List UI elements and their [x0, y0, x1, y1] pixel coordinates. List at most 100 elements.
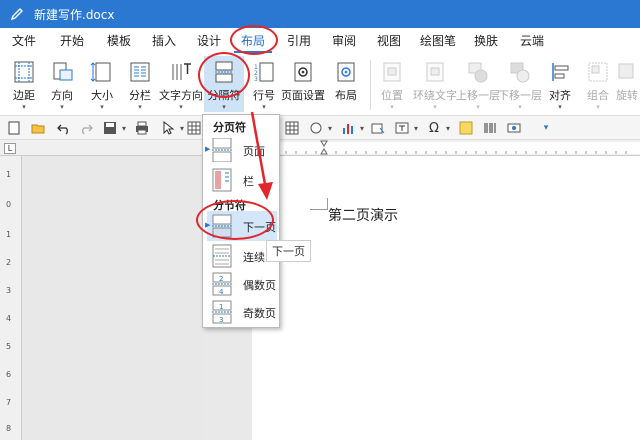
chevron-down-icon: ▾ — [22, 103, 26, 111]
ruler-number: 0 — [6, 200, 12, 209]
send-backward-button[interactable]: 下移一层 ▾ — [498, 56, 542, 112]
ruler-number: 1 — [6, 230, 12, 239]
even-page-item[interactable]: 24 偶数页 — [207, 269, 277, 299]
page-setup-button[interactable]: 页面设置 — [280, 56, 326, 112]
tab-drawing-pen[interactable]: 绘图笔 — [420, 32, 456, 49]
chevron-down-icon: ▾ — [262, 103, 266, 111]
wrap-text-button[interactable]: 环绕文字 ▾ — [412, 56, 458, 112]
group-icon — [585, 59, 611, 85]
rotate-icon — [614, 59, 640, 85]
bring-forward-icon — [465, 59, 491, 85]
annotation-circle-next-page — [196, 200, 274, 240]
horizontal-ruler[interactable] — [0, 140, 640, 156]
menu-bar: 文件 开始 模板 插入 设计 布局 引用 审阅 视图 绘图笔 换肤 云端 — [0, 28, 640, 54]
ruler-number: 6 — [6, 370, 12, 379]
ruler-number: 1 — [6, 170, 12, 179]
ribbon: 边距 ▾ 方向 ▾ 大小 ▾ 分栏 ▾ 文字方向 ▾ 分隔符 ▾ 123 行号 ▾ 页面设置 … — [0, 54, 640, 116]
tab-design[interactable]: 设计 — [197, 32, 221, 49]
annotation-circle-breaks-button — [198, 52, 250, 98]
svg-text:1: 1 — [219, 303, 223, 311]
page-gutter — [22, 156, 202, 440]
table-icon[interactable] — [186, 120, 202, 136]
rotate-button[interactable]: 旋转 — [614, 56, 640, 112]
barcode-icon[interactable] — [482, 120, 498, 136]
margins-icon — [11, 59, 37, 85]
columns-button[interactable]: 分栏 ▾ — [120, 56, 160, 112]
chevron-down-icon: ▾ — [596, 103, 600, 111]
continuous-icon — [212, 244, 232, 268]
page-break-label: 页面 — [243, 145, 265, 158]
layout-button[interactable]: 布局 — [326, 56, 366, 112]
tab-review[interactable]: 审阅 — [332, 32, 356, 49]
align-label: 对齐 — [549, 89, 571, 102]
odd-page-icon: 13 — [212, 300, 232, 324]
columns-label: 分栏 — [129, 89, 151, 102]
wrap-text-label: 环绕文字 — [413, 89, 457, 102]
ruler-number: 4 — [6, 314, 12, 323]
align-icon — [547, 59, 573, 85]
customize-toolbar-icon[interactable]: ▾ — [538, 120, 554, 136]
chevron-down-icon[interactable]: ▾ — [440, 120, 456, 136]
play-marker-icon: ▶ — [205, 145, 211, 153]
size-icon — [89, 59, 115, 85]
svg-text:3: 3 — [219, 316, 223, 324]
chevron-down-icon: ▾ — [60, 103, 64, 111]
margins-button[interactable]: 边距 ▾ — [4, 56, 44, 112]
tab-view[interactable]: 视图 — [377, 32, 401, 49]
tab-references[interactable]: 引用 — [287, 32, 311, 49]
wrap-text-icon — [422, 59, 448, 85]
tab-stop-selector[interactable]: L — [4, 143, 16, 154]
ruler-number: 2 — [6, 258, 12, 267]
chevron-down-icon: ▾ — [476, 103, 480, 111]
chevron-down-icon: ▾ — [222, 103, 226, 111]
orientation-label: 方向 — [51, 89, 73, 102]
tab-home[interactable]: 开始 — [60, 32, 84, 49]
bring-forward-button[interactable]: 上移一层 ▾ — [456, 56, 500, 112]
align-button[interactable]: 对齐 ▾ — [540, 56, 580, 112]
document-text[interactable]: 第二页演示 — [328, 205, 398, 225]
orientation-button[interactable]: 方向 ▾ — [42, 56, 82, 112]
vertical-ruler[interactable]: 1 0 1 2 3 4 5 6 7 8 — [0, 156, 22, 440]
column-break-item[interactable]: 栏 — [207, 165, 277, 195]
tab-skin[interactable]: 换肤 — [474, 32, 498, 49]
svg-text:3: 3 — [254, 76, 258, 83]
window-title: 新建写作.docx — [34, 7, 115, 22]
tab-template[interactable]: 模板 — [107, 32, 131, 49]
position-button[interactable]: 位置 ▾ — [372, 56, 412, 112]
print-icon[interactable] — [134, 120, 150, 136]
tab-file[interactable]: 文件 — [12, 32, 36, 49]
odd-page-label: 奇数页 — [243, 307, 276, 320]
ruler-ticks — [285, 140, 627, 155]
column-break-icon — [212, 168, 232, 192]
chevron-down-icon[interactable]: ▾ — [322, 120, 338, 136]
page-setup-icon — [290, 59, 316, 85]
chevron-down-icon[interactable]: ▾ — [354, 120, 370, 136]
group-button[interactable]: 组合 ▾ — [578, 56, 618, 112]
odd-page-item[interactable]: 13 奇数页 — [207, 297, 277, 327]
chevron-down-icon: ▾ — [138, 103, 142, 111]
rotate-label: 旋转 — [616, 89, 638, 102]
redo-icon[interactable] — [78, 120, 94, 136]
sticky-note-icon[interactable] — [458, 120, 474, 136]
new-document-icon[interactable] — [6, 120, 22, 136]
undo-icon[interactable] — [56, 120, 72, 136]
page-break-item[interactable]: ▶ 页面 — [205, 135, 277, 165]
ruler-number: 3 — [6, 286, 12, 295]
size-button[interactable]: 大小 ▾ — [82, 56, 122, 112]
grid-icon[interactable] — [284, 120, 300, 136]
line-numbers-button[interactable]: 123 行号 ▾ — [244, 56, 284, 112]
orientation-icon — [49, 59, 75, 85]
chevron-down-icon[interactable]: ▾ — [408, 120, 424, 136]
pen-icon[interactable] — [8, 5, 26, 23]
chevron-down-icon[interactable]: ▾ — [116, 120, 132, 136]
media-icon[interactable] — [506, 120, 522, 136]
continuous-label: 连续 — [243, 251, 265, 264]
position-icon — [379, 59, 405, 85]
even-page-icon: 24 — [212, 272, 232, 296]
layout-icon — [333, 59, 359, 85]
screenshot-icon[interactable] — [370, 120, 386, 136]
text-direction-button[interactable]: 文字方向 ▾ — [158, 56, 204, 112]
tab-cloud[interactable]: 云端 — [520, 32, 544, 49]
open-folder-icon[interactable] — [30, 120, 46, 136]
tab-insert[interactable]: 插入 — [152, 32, 176, 49]
